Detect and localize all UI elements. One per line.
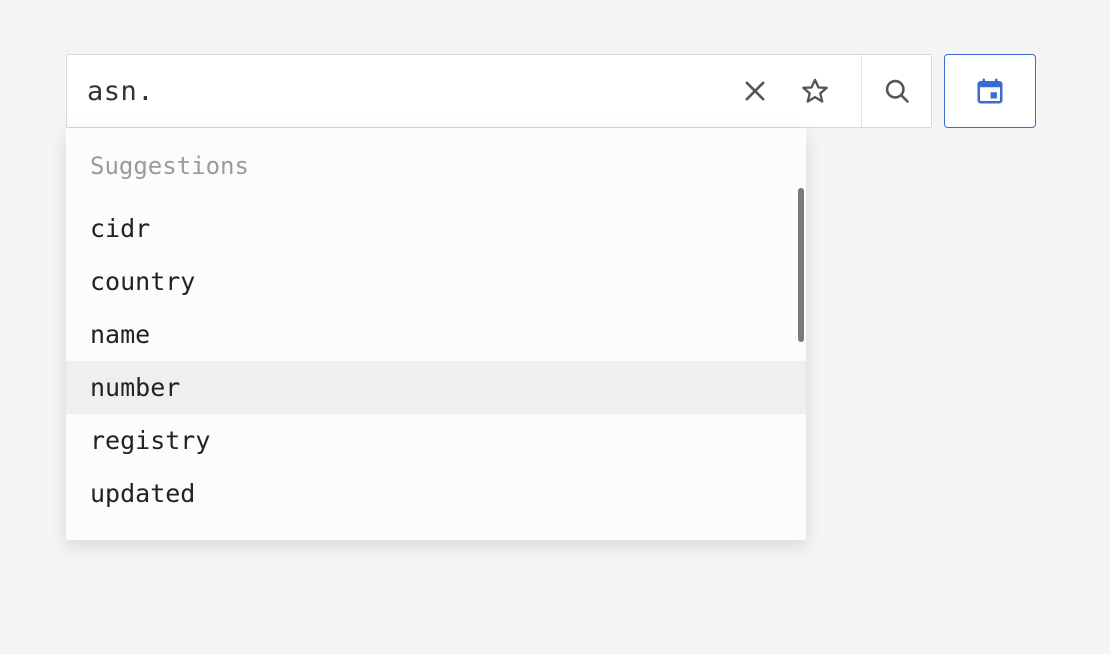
suggestion-item[interactable]: country	[66, 255, 806, 308]
clear-button[interactable]	[725, 55, 785, 127]
suggestion-item[interactable]: number	[66, 361, 806, 414]
date-range-button[interactable]	[944, 54, 1036, 128]
suggestion-item[interactable]: registry	[66, 414, 806, 467]
search-input[interactable]	[85, 75, 725, 108]
search-button[interactable]	[861, 55, 931, 127]
search-icon	[883, 77, 911, 105]
suggestion-item[interactable]: name	[66, 308, 806, 361]
search-bar	[66, 54, 932, 128]
close-icon	[741, 77, 769, 105]
favorite-button[interactable]	[785, 55, 845, 127]
suggestion-item[interactable]: cidr	[66, 202, 806, 255]
search-input-wrap	[67, 55, 861, 127]
scrollbar-thumb[interactable]	[798, 188, 804, 342]
calendar-icon	[975, 76, 1005, 106]
suggestions-header: Suggestions	[66, 152, 806, 202]
star-icon	[801, 77, 829, 105]
suggestion-item[interactable]: updated	[66, 467, 806, 520]
suggestions-dropdown: Suggestions cidr country name number reg…	[66, 128, 806, 540]
